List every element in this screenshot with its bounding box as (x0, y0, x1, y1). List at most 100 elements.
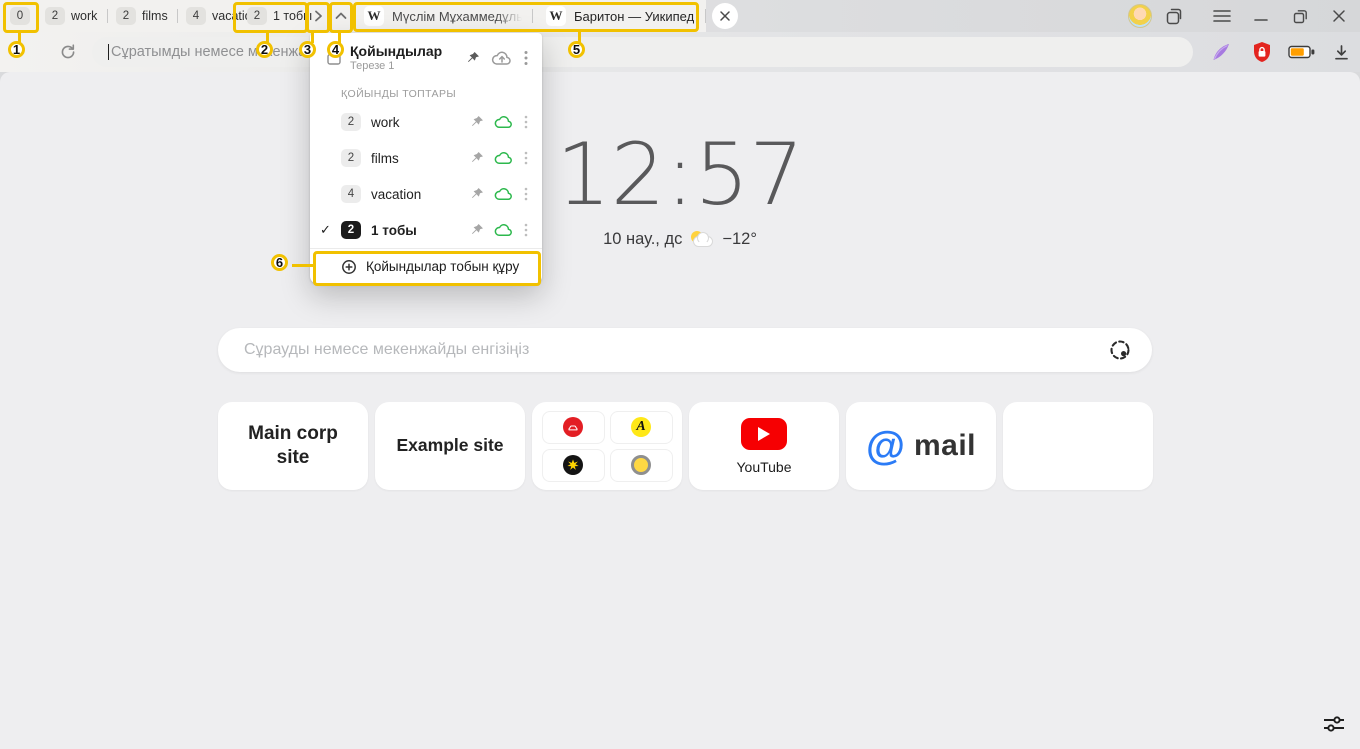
tab-title-fade (496, 9, 522, 24)
group-row-vacation[interactable]: 4 vacation (310, 176, 542, 212)
mini-tile-burst-site[interactable] (542, 449, 605, 482)
hamburger-menu-icon (1213, 9, 1231, 23)
tab-group-separator (177, 9, 178, 23)
pin-icon[interactable] (466, 51, 480, 65)
tab-groups-overflow-button[interactable] (306, 4, 330, 28)
reload-icon (59, 43, 77, 61)
dropdown-section-label: ҚОЙЫНДЫ ТОПТАРЫ (341, 88, 528, 100)
cloud-sync-icon[interactable] (494, 223, 514, 237)
group-row-icons (470, 223, 528, 237)
chevron-right-icon (310, 8, 326, 24)
tile-example-site[interactable]: Example site (375, 402, 525, 490)
image-search-icon[interactable] (1108, 338, 1132, 362)
dropdown-header-icons (466, 50, 528, 66)
mini-tile-blob-site[interactable] (610, 449, 673, 482)
tab-strip: 0 2 work 2 films 4 vacation 2 1 тобы W М… (0, 0, 1360, 32)
tab-group-chip-ungrouped[interactable]: 0 (10, 7, 30, 25)
tab-group-count-badge: 4 (186, 7, 206, 25)
search-input[interactable]: Сұрауды немесе мекенжайды енгізіңіз (218, 328, 1152, 372)
group-label: films (371, 151, 470, 166)
pin-icon[interactable] (470, 223, 484, 237)
cloud-sync-icon[interactable] (494, 151, 514, 165)
dropdown-titles: Қойындылар Терезе 1 (350, 43, 458, 72)
protect-extension-button[interactable] (1248, 38, 1276, 66)
restore-icon (1293, 9, 1308, 24)
tab-group-label: work (71, 9, 97, 23)
tab-group-count-badge: 0 (10, 7, 30, 25)
red-shield-lock-icon (1252, 41, 1272, 63)
kebab-menu-icon[interactable] (524, 223, 528, 237)
restore-window-button[interactable] (1293, 4, 1308, 28)
close-tab-button[interactable] (712, 3, 738, 29)
tabs-window-icon (326, 50, 342, 66)
purple-feather-icon (1210, 41, 1232, 63)
address-bar-input[interactable]: Сұратымды немесе мекенжайды енгізіңіз (92, 37, 1193, 67)
chevron-up-icon (333, 8, 349, 24)
address-toolbar: Сұратымды немесе мекенжайды енгізіңіз (0, 32, 1360, 72)
tab-separator (532, 9, 533, 23)
kebab-menu-icon[interactable] (524, 187, 528, 201)
tab-bariton-wikipedia[interactable]: W Баритон — Уикипедия (538, 0, 702, 32)
date-weather-row[interactable]: 10 нау., дс −12° (0, 230, 1360, 249)
download-icon (1333, 44, 1350, 61)
tile-youtube[interactable]: YouTube (689, 402, 839, 490)
cloud-upload-icon[interactable] (491, 50, 513, 66)
mini-tile-carsharing[interactable] (542, 411, 605, 444)
tab-group-chip-1toby[interactable]: 2 1 тобы (247, 7, 312, 25)
red-car-favicon (563, 417, 583, 437)
create-tab-group-label: Қойындылар тобын құру (366, 259, 519, 274)
close-window-button[interactable] (1332, 4, 1346, 28)
create-tab-group-button[interactable]: Қойындылар тобын құру (310, 248, 542, 284)
browser-window: 0 2 work 2 films 4 vacation 2 1 тобы W М… (0, 0, 1360, 749)
battery-extension-button[interactable] (1287, 38, 1315, 66)
group-row-1toby-selected[interactable]: ✓ 2 1 тобы (310, 212, 542, 248)
downloads-button[interactable] (1327, 38, 1355, 66)
cloud-sync-icon[interactable] (494, 187, 514, 201)
tab-separator (705, 9, 706, 23)
browser-menu-button[interactable] (1213, 4, 1231, 28)
tile-label: Example site (389, 435, 512, 457)
tile-main-corp-site[interactable]: Main corp site (218, 402, 368, 490)
tab-groups-panel-toggle-button[interactable] (329, 4, 353, 28)
tile-mail[interactable]: @ mail (846, 402, 996, 490)
mini-tile-a-site[interactable]: A (610, 411, 673, 444)
text-caret (108, 44, 109, 60)
group-row-work[interactable]: 2 work (310, 104, 542, 140)
youtube-play-icon (741, 418, 787, 450)
profile-avatar[interactable] (1128, 4, 1152, 28)
tab-group-chip-work[interactable]: 2 work (45, 7, 97, 25)
kebab-menu-icon[interactable] (524, 151, 528, 165)
date-text: 10 нау., дс (603, 230, 682, 249)
group-count-badge: 2 (341, 149, 361, 167)
tab-group-separator (107, 9, 108, 23)
group-row-icons (470, 115, 528, 129)
side-panel-button[interactable] (1164, 4, 1184, 28)
tile-empty[interactable] (1003, 402, 1153, 490)
pin-icon[interactable] (470, 187, 484, 201)
tile-label: YouTube (736, 459, 791, 475)
background-settings-button[interactable] (1322, 714, 1346, 739)
checkmark-icon: ✓ (320, 222, 331, 238)
group-label: 1 тобы (371, 223, 470, 238)
black-yellow-burst-favicon (563, 455, 583, 475)
group-row-films[interactable]: 2 films (310, 140, 542, 176)
close-icon (1332, 9, 1346, 23)
reload-button[interactable] (54, 38, 82, 66)
minimize-window-button[interactable] (1254, 4, 1268, 28)
dropdown-header[interactable]: Қойындылар Терезе 1 (310, 33, 542, 80)
tile-favorites-folder[interactable]: A (532, 402, 682, 490)
pin-icon[interactable] (470, 151, 484, 165)
tab-muslim-muhameduly[interactable]: W Мүслім Мұхаммедұлы Ма (356, 0, 530, 32)
kebab-menu-icon[interactable] (524, 50, 528, 66)
wikipedia-favicon: W (546, 6, 566, 26)
tab-group-count-badge: 2 (247, 7, 267, 25)
sun-cloud-weather-icon (689, 231, 715, 249)
tab-group-label: films (142, 9, 168, 23)
kebab-menu-icon[interactable] (524, 115, 528, 129)
editor-extension-button[interactable] (1207, 38, 1235, 66)
cloud-sync-icon[interactable] (494, 115, 514, 129)
tab-group-chip-films[interactable]: 2 films (116, 7, 168, 25)
dropdown-subtitle: Терезе 1 (350, 60, 458, 72)
pin-icon[interactable] (470, 115, 484, 129)
new-tab-page: 12:57 10 нау., дс −12° Сұрауды немесе ме… (0, 72, 1360, 749)
